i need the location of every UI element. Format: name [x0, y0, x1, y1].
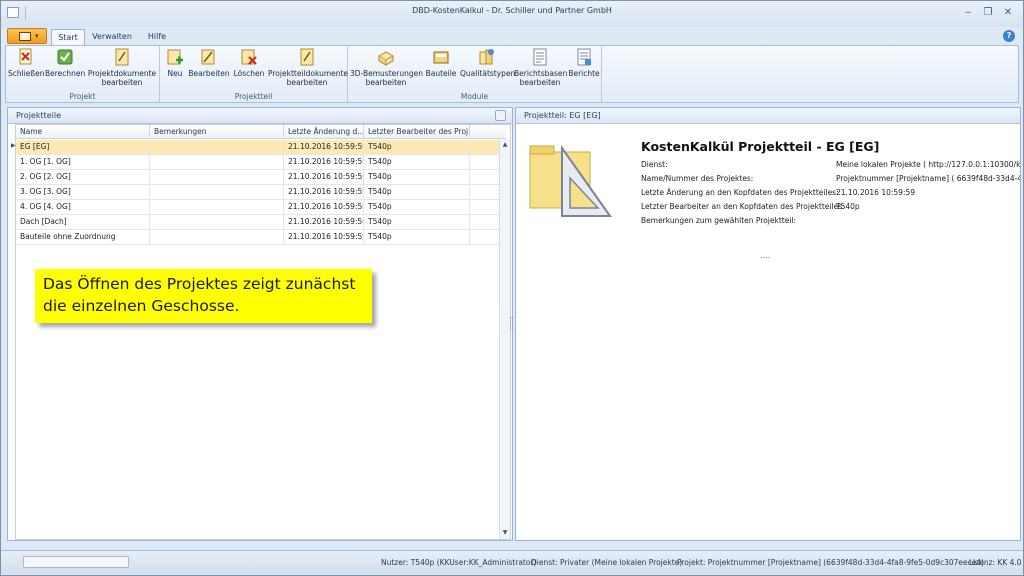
calculate-button[interactable]: Berechnen [45, 48, 85, 90]
field-value-last-change: 21.10.2016 10:59:59 [836, 188, 916, 197]
ribbon-group-projekt: Schließen Berechnen Projektdokumente bea… [6, 46, 160, 102]
field-label-remarks: Bemerkungen zum gewählten Projektteil: [641, 216, 797, 225]
tab-hilfe[interactable]: Hilfe [141, 29, 173, 45]
title-bar: DBD-KostenKalkul - Dr. Schiller und Part… [1, 1, 1023, 27]
close-project-icon [17, 48, 35, 66]
ribbon-tab-row: ▾ Start Verwalten Hilfe ? [1, 27, 1023, 45]
edit-icon [200, 48, 218, 66]
status-user: Nutzer: T540p (KKUser:KK_Administrator) [381, 558, 537, 567]
progress-bar [23, 556, 129, 568]
more-indicator: .... [760, 251, 771, 260]
reports-button[interactable]: Berichte [568, 48, 600, 90]
new-icon [166, 48, 184, 66]
field-label-project-name: Name/Nummer des Projektes: [641, 174, 754, 183]
ribbon-group-label: Module [460, 92, 489, 101]
column-header-last-editor[interactable]: Letzter Bearbeiter des Proj... [364, 125, 470, 139]
field-value-project-name: Projektnummer [Projektname] ( 6639f48d-3… [836, 174, 1020, 183]
quality-types-icon [477, 48, 495, 66]
chevron-down-icon: ▾ [35, 32, 39, 40]
help-icon[interactable]: ? [1003, 30, 1015, 42]
panel-splitter[interactable] [510, 317, 513, 329]
column-header-remarks[interactable]: Bemerkungen [150, 125, 284, 139]
panel-title: Projektteile [8, 108, 512, 124]
scroll-up-icon[interactable]: ▲ [500, 140, 510, 150]
grid-header: Name Bemerkungen Letzte Änderung d... Le… [16, 125, 506, 139]
ribbon-group-projektteil: Neu Bearbeiten Löschen Projektteildokume… [160, 46, 348, 102]
column-header-last-change[interactable]: Letzte Änderung d... [284, 125, 364, 139]
ribbon-group-label: Projekt [69, 92, 96, 101]
ribbon-group-label: Projektteil [234, 92, 273, 101]
field-label-last-change: Letzte Änderung an den Kopfdaten des Pro… [641, 188, 839, 197]
status-license: Lizenz: KK 4.0 [969, 558, 1022, 567]
ribbon-group-module: 3D-Bemusterungen bearbeiten Bauteile Qua… [348, 46, 602, 102]
table-row[interactable]: 2. OG [2. OG] 21.10.2016 10:59:59 T540p [16, 170, 506, 185]
new-button[interactable]: Neu [164, 48, 186, 90]
3d-sampling-icon [377, 48, 395, 66]
application-menu-button[interactable]: ▾ [7, 28, 47, 44]
window-title: DBD-KostenKalkul - Dr. Schiller und Part… [412, 6, 612, 15]
report-bases-icon [531, 48, 549, 66]
project-part-icon [528, 138, 612, 222]
field-label-service: Dienst: [641, 160, 668, 169]
delete-button[interactable]: Löschen [232, 48, 266, 90]
report-bases-button[interactable]: Berichtsbasen bearbeiten [514, 48, 567, 90]
table-row[interactable]: EG [EG] 21.10.2016 10:59:59 T540p [16, 140, 506, 155]
panel-title: Projektteil: EG [EG] [516, 108, 1020, 124]
edit-button[interactable]: Bearbeiten [188, 48, 230, 90]
components-icon [432, 48, 450, 66]
callout-line-2: die einzelnen Geschosse. [43, 297, 240, 315]
components-button[interactable]: Bauteile [424, 48, 458, 90]
table-row[interactable]: 1. OG [1. OG] 21.10.2016 10:59:59 T540p [16, 155, 506, 170]
quality-types-button[interactable]: Qualitätstypen [460, 48, 515, 90]
ribbon: Schließen Berechnen Projektdokumente bea… [5, 45, 1019, 103]
tab-start[interactable]: Start [51, 29, 85, 45]
table-row[interactable]: 3. OG [3. OG] 21.10.2016 10:59:59 T540p [16, 185, 506, 200]
delete-icon [240, 48, 258, 66]
scroll-down-icon[interactable]: ▼ [500, 528, 510, 538]
field-value-last-editor: T540p [836, 202, 860, 211]
app-window: DBD-KostenKalkul - Dr. Schiller und Part… [0, 0, 1024, 576]
minimize-icon[interactable]: ‒ [961, 7, 975, 19]
table-row[interactable]: Dach [Dach] 21.10.2016 10:59:59 T540p [16, 215, 506, 230]
close-icon[interactable]: ✕ [1001, 7, 1015, 19]
pin-icon[interactable] [495, 110, 506, 121]
project-parts-grid: Name Bemerkungen Letzte Änderung d... Le… [15, 124, 511, 540]
table-row[interactable]: Bauteile ohne Zuordnung 21.10.2016 10:59… [16, 230, 506, 245]
detail-title: KostenKalkül Projektteil - EG [EG] [641, 139, 880, 154]
restore-icon[interactable]: ❐ [981, 7, 995, 19]
part-documents-button[interactable]: Projektteildokumente bearbeiten [268, 48, 348, 90]
project-part-detail-panel: Projektteil: EG [EG] KostenKalkül Projek… [515, 107, 1021, 541]
field-value-service: Meine lokalen Projekte ( http://127.0.0.… [836, 160, 1020, 169]
calculate-icon [56, 48, 74, 66]
callout-line-1: Das Öffnen des Projektes zeigt zunächst [43, 275, 356, 293]
table-row[interactable]: 4. OG [4. OG] 21.10.2016 10:59:59 T540p [16, 200, 506, 215]
3d-sampling-button[interactable]: 3D-Bemusterungen bearbeiten [350, 48, 423, 90]
close-project-button[interactable]: Schließen [8, 48, 45, 90]
status-project: Projekt: Projektnummer [Projektname] (66… [677, 558, 985, 567]
project-documents-button[interactable]: Projektdokumente bearbeiten [86, 48, 158, 90]
vertical-scrollbar[interactable]: ▲ ▼ [499, 139, 510, 539]
current-row-indicator-icon: ▶ [11, 142, 16, 149]
tab-verwalten[interactable]: Verwalten [89, 29, 135, 45]
part-documents-icon [298, 48, 316, 66]
status-bar: Nutzer: T540p (KKUser:KK_Administrator) … [1, 550, 1023, 574]
reports-icon [575, 48, 593, 66]
status-service: Dienst: Privater (Meine lokalen Projekte… [531, 558, 683, 567]
project-documents-icon [113, 48, 131, 66]
application-menu-icon [19, 32, 31, 41]
field-label-last-editor: Letzter Bearbeiter an den Kopfdaten des … [641, 202, 845, 211]
column-header-name[interactable]: Name [16, 125, 150, 139]
callout-annotation: Das Öffnen des Projektes zeigt zunächst … [35, 269, 372, 323]
